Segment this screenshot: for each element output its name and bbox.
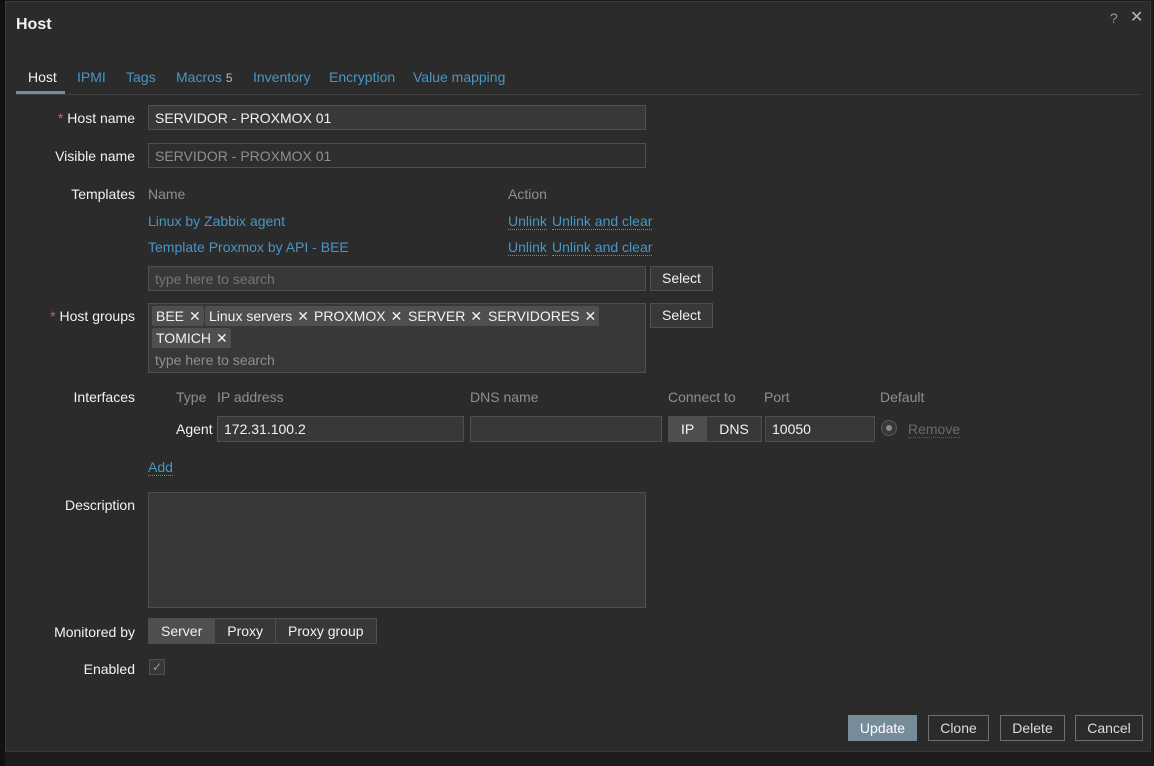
templates-select-button[interactable]: Select [650,266,713,291]
remove-chip-icon[interactable]: ✕ [216,330,228,346]
interface-type-agent: Agent [176,421,213,437]
interface-port-input[interactable] [765,416,875,442]
tab-macros-label: Macros [176,69,222,85]
connect-to-toggle: IP DNS [668,416,762,442]
description-textarea[interactable] [148,492,646,608]
monitored-by-proxy[interactable]: Proxy [215,619,277,643]
templates-col-action: Action [508,186,547,202]
tab-encryption[interactable]: Encryption [329,69,395,85]
interfaces-col-connect: Connect to [668,389,736,405]
tab-value-mapping[interactable]: Value mapping [413,69,505,85]
monitored-by-server[interactable]: Server [149,619,216,643]
macros-count-badge: 5 [225,71,233,85]
templates-label: Templates [71,186,135,202]
interfaces-col-port: Port [764,389,790,405]
active-tab-indicator [16,91,65,94]
host-groups-search-input[interactable]: type here to search [155,352,275,368]
close-icon[interactable]: ✕ [1130,7,1143,27]
host-group-chip: SERVIDORES ✕ [484,306,600,326]
interfaces-col-type: Type [176,389,207,405]
default-interface-radio[interactable] [881,420,897,436]
interface-dns-input[interactable] [470,416,662,442]
tab-tags[interactable]: Tags [126,69,156,85]
enabled-label: Enabled [83,661,135,677]
interfaces-col-dns: DNS name [470,389,539,405]
clone-button[interactable]: Clone [928,715,989,741]
host-groups-multiselect[interactable]: BEE ✕ Linux servers ✕ PROXMOX ✕ SERVER ✕ SER… [148,303,646,373]
add-interface-link[interactable]: Add [148,459,173,476]
tab-macros[interactable]: Macros 5 [176,69,233,85]
unlink-button[interactable]: Unlink [508,239,547,256]
host-groups-label: * Host groups [50,308,135,324]
host-group-chip: BEE ✕ [152,306,204,326]
help-icon[interactable]: ? [1110,10,1118,26]
template-link-proxmox[interactable]: Template Proxmox by API - BEE [148,239,349,255]
visible-name-label: Visible name [55,148,135,164]
templates-col-name: Name [148,186,186,202]
cancel-button[interactable]: Cancel [1075,715,1143,741]
remove-chip-icon[interactable]: ✕ [470,308,482,324]
interfaces-col-default: Default [880,389,925,405]
host-group-chip: Linux servers ✕ [205,306,312,326]
connect-ip-option[interactable]: IP [669,417,708,441]
host-dialog: Host ? ✕ Host IPMI Tags Macros 5 Inventor… [5,1,1151,752]
connect-dns-option[interactable]: DNS [707,417,761,441]
remove-chip-icon[interactable]: ✕ [585,308,597,324]
remove-chip-icon[interactable]: ✕ [189,308,201,324]
host-group-chip: PROXMOX ✕ [310,306,406,326]
host-name-input[interactable] [148,105,646,130]
remove-interface-button[interactable]: Remove [908,421,961,438]
delete-button[interactable]: Delete [1000,715,1065,741]
description-label: Description [64,497,135,513]
remove-chip-icon[interactable]: ✕ [391,308,403,324]
unlink-and-clear-button[interactable]: Unlink and clear [552,239,653,256]
tab-ipmi[interactable]: IPMI [77,69,106,85]
template-link-linux[interactable]: Linux by Zabbix agent [148,213,285,229]
required-marker: * [57,110,64,126]
templates-search-input[interactable] [148,266,646,291]
remove-chip-icon[interactable]: ✕ [297,308,309,324]
interface-ip-input[interactable] [217,416,464,442]
monitored-by-label: Monitored by [54,624,135,640]
monitored-by-toggle: Server Proxy Proxy group [148,618,377,644]
tab-bar: Host IPMI Tags Macros 5 Inventory Encrypt… [16,62,1142,95]
host-group-chip: SERVER ✕ [404,306,486,326]
monitored-by-proxy-group[interactable]: Proxy group [276,619,376,643]
interfaces-col-ip: IP address [217,389,284,405]
unlink-and-clear-button[interactable]: Unlink and clear [552,213,653,230]
enabled-checkbox[interactable]: ✓ [149,659,165,675]
tab-host[interactable]: Host [28,69,57,85]
interfaces-label: Interfaces [73,389,135,405]
update-button[interactable]: Update [848,715,917,741]
host-group-chip: TOMICH ✕ [152,328,231,348]
tab-inventory[interactable]: Inventory [253,69,311,85]
unlink-button[interactable]: Unlink [508,213,547,230]
visible-name-input[interactable] [148,143,646,168]
host-groups-select-button[interactable]: Select [650,303,713,328]
required-marker: * [50,308,56,324]
host-name-label: * Host name [57,110,135,126]
dialog-title: Host [16,16,52,33]
